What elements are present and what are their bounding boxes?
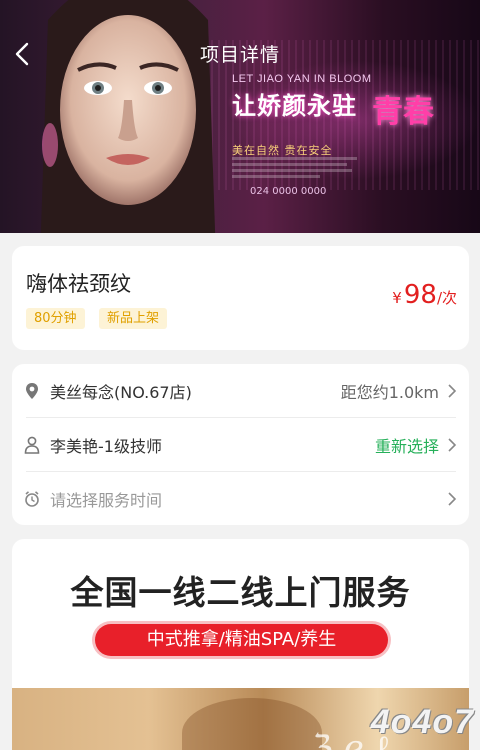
price: ¥ 98 /次 bbox=[392, 280, 457, 310]
service-time-placeholder: 请选择服务时间 bbox=[50, 490, 163, 510]
banner-headline-highlight: 青春 bbox=[372, 94, 434, 130]
location-pin-icon bbox=[26, 382, 38, 399]
chevron-right-icon bbox=[448, 383, 457, 398]
price-unit: /次 bbox=[436, 289, 457, 307]
promo-title: 全国一线二线上门服务 bbox=[70, 573, 411, 612]
duration-tag: 80分钟 bbox=[26, 308, 85, 329]
promo-pill: 中式推拿/精油SPA/养生 bbox=[95, 624, 388, 656]
banner-headline: 让娇颜永驻 bbox=[232, 92, 357, 120]
banner-phone: 024 0000 0000 bbox=[250, 186, 327, 197]
banner-slogan: 美在自然 贵在安全 bbox=[232, 144, 333, 157]
page: 项目详情 LET JIAO YAN IN BLOOM 让娇颜永驻 青春 美在自然… bbox=[0, 0, 480, 750]
store-distance: 距您约1.0km bbox=[340, 382, 439, 402]
alarm-clock-icon bbox=[25, 490, 39, 507]
product-name: 嗨体祛颈纹 bbox=[26, 272, 131, 296]
technician-row[interactable]: 李美艳-1级技师 重新选择 bbox=[12, 418, 469, 471]
banner-tagline: LET JIAO YAN IN BLOOM bbox=[232, 73, 372, 85]
store-name: 美丝每念(NO.67店) bbox=[50, 382, 192, 402]
promo-image-figure bbox=[182, 698, 322, 750]
booking-card: 美丝每念(NO.67店) 距您约1.0km 李美艳-1级技师 重新选择 请选择服… bbox=[12, 364, 469, 525]
reselect-link[interactable]: 重新选择 bbox=[375, 433, 439, 457]
service-time-row[interactable]: 请选择服务时间 bbox=[12, 472, 469, 525]
banner-fine-print bbox=[232, 157, 357, 181]
price-amount: 98 bbox=[403, 280, 437, 310]
page-title: 项目详情 bbox=[199, 44, 280, 66]
store-row[interactable]: 美丝每念(NO.67店) 距您约1.0km bbox=[12, 364, 469, 417]
chevron-right-icon bbox=[448, 491, 457, 506]
technician-name: 李美艳-1级技师 bbox=[50, 436, 162, 456]
price-currency: ¥ bbox=[392, 289, 402, 307]
person-icon bbox=[24, 436, 40, 454]
hero-banner: 项目详情 LET JIAO YAN IN BLOOM 让娇颜永驻 青春 美在自然… bbox=[0, 0, 480, 233]
chevron-right-icon bbox=[448, 437, 457, 452]
new-arrival-tag: 新品上架 bbox=[99, 308, 168, 329]
product-card: 嗨体祛颈纹 80分钟 新品上架 ¥ 98 /次 bbox=[12, 246, 469, 350]
site-watermark: 4o4o7 bbox=[370, 703, 474, 741]
model-portrait bbox=[40, 0, 216, 233]
